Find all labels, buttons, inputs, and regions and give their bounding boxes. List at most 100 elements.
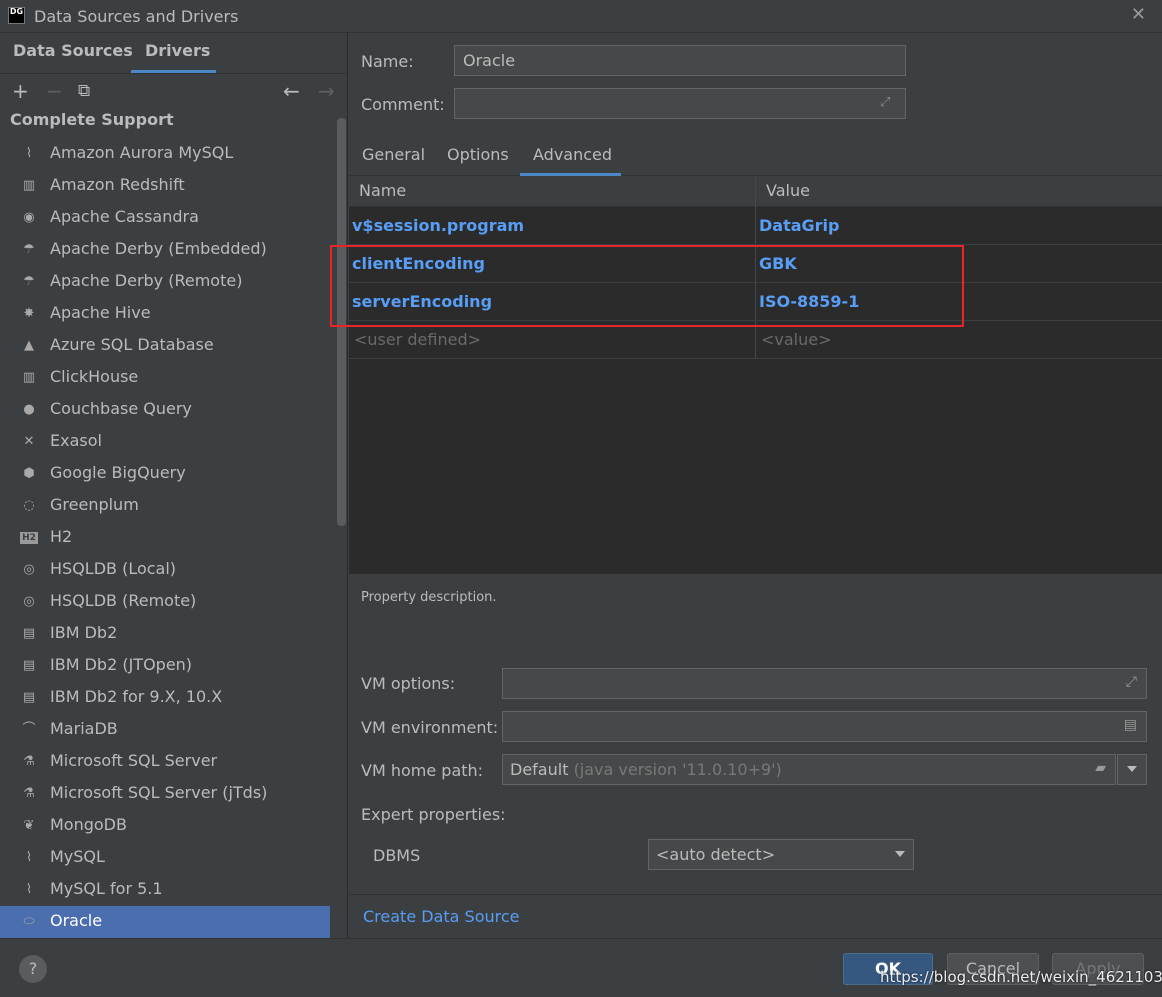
property-value-placeholder[interactable]: <value> [761, 330, 832, 349]
property-name-placeholder[interactable]: <user defined> [354, 330, 481, 349]
tab-drivers[interactable]: Drivers [145, 41, 210, 60]
driver-icon: ☂ [23, 274, 35, 289]
driver-list-item[interactable]: ⬭ Oracle [0, 906, 330, 938]
driver-icon: ◎ [23, 594, 35, 609]
driver-list-item[interactable]: ▤ IBM Db2 for 9.X, 10.X [0, 682, 330, 714]
tab-advanced[interactable]: Advanced [533, 145, 612, 164]
vm-home-path-label: VM home path: [361, 761, 484, 780]
property-value[interactable]: ISO-8859-1 [759, 292, 859, 311]
driver-list-item[interactable]: ⌇ MySQL for 5.1 [0, 874, 330, 906]
driver-list-item[interactable]: ◉ Apache Cassandra [0, 202, 330, 234]
property-name[interactable]: serverEncoding [352, 292, 492, 311]
property-value[interactable]: DataGrip [759, 216, 839, 235]
driver-icon: ▲ [24, 338, 34, 353]
driver-label: HSQLDB (Local) [50, 559, 177, 578]
property-name[interactable]: clientEncoding [352, 254, 485, 273]
expand-icon[interactable]: ⤢ [880, 95, 890, 110]
driver-label: Oracle [50, 911, 103, 930]
driver-list-item[interactable]: ▥ Amazon Redshift [0, 170, 330, 202]
driver-icon: ⌒ [22, 722, 36, 737]
name-label: Name: [361, 52, 414, 71]
comment-label: Comment: [361, 95, 445, 114]
driver-label: Apache Derby (Embedded) [50, 239, 267, 258]
driver-list-item[interactable]: ❦ MongoDB [0, 810, 330, 842]
driver-list-item[interactable]: ◎ HSQLDB (Local) [0, 554, 330, 586]
driver-label: Apache Hive [50, 303, 151, 322]
datagrip-logo-icon: DG [8, 7, 25, 24]
folder-icon[interactable]: ▰ [1095, 760, 1106, 776]
chevron-down-icon [895, 851, 905, 857]
dbms-select[interactable]: <auto detect> [648, 839, 914, 870]
document-icon[interactable]: ▤ [1124, 717, 1137, 733]
driver-list-item[interactable]: ⚗ Microsoft SQL Server (jTds) [0, 778, 330, 810]
window-title: Data Sources and Drivers [34, 7, 239, 26]
driver-label: MongoDB [50, 815, 127, 834]
expand-icon[interactable]: ⤢ [1126, 674, 1137, 690]
comment-input[interactable] [454, 88, 906, 119]
column-header-name[interactable]: Name [359, 181, 406, 200]
driver-list-item[interactable]: ● Couchbase Query [0, 394, 330, 426]
vm-home-path-input[interactable]: Default (java version '11.0.10+9') ▰ [502, 754, 1116, 785]
add-icon[interactable]: + [12, 79, 29, 103]
driver-list-item[interactable]: ▥ ClickHouse [0, 362, 330, 394]
forward-arrow-icon[interactable]: → [318, 79, 335, 103]
remove-icon[interactable]: − [46, 79, 63, 103]
column-header-value[interactable]: Value [766, 181, 810, 200]
tab-options[interactable]: Options [447, 145, 509, 164]
driver-list-item[interactable]: ▲ Azure SQL Database [0, 330, 330, 362]
driver-label: IBM Db2 (JTOpen) [50, 655, 193, 674]
table-row[interactable]: v$session.program DataGrip [349, 207, 1162, 245]
driver-list-item[interactable]: ◌ Greenplum [0, 490, 330, 522]
table-row[interactable]: clientEncoding GBK [349, 245, 1162, 283]
driver-label: H2 [50, 527, 73, 546]
name-input[interactable] [454, 45, 906, 76]
vm-options-input[interactable]: ⤢ [502, 668, 1147, 699]
vm-home-dropdown[interactable] [1117, 754, 1147, 785]
driver-label: Amazon Redshift [50, 175, 185, 194]
table-row-placeholder[interactable]: <user defined> <value> [349, 321, 1162, 359]
back-arrow-icon[interactable]: ← [283, 79, 300, 103]
driver-list-item[interactable]: ⬢ Google BigQuery [0, 458, 330, 490]
vm-home-value: Default [510, 760, 569, 779]
driver-list-item[interactable]: ⌒ MariaDB [0, 714, 330, 746]
driver-list-item[interactable]: ⚗ Microsoft SQL Server [0, 746, 330, 778]
driver-label: Azure SQL Database [50, 335, 214, 354]
table-row[interactable]: serverEncoding ISO-8859-1 [349, 283, 1162, 321]
driver-list-item[interactable]: ▤ IBM Db2 [0, 618, 330, 650]
active-tab-indicator [131, 70, 216, 73]
driver-list-item[interactable]: ⌇ Amazon Aurora MySQL [0, 138, 330, 170]
duplicate-icon[interactable]: ⧉ [78, 81, 90, 101]
driver-list-item[interactable]: ⌇ MySQL [0, 842, 330, 874]
driver-icon: ▤ [22, 626, 36, 641]
driver-label: Exasol [50, 431, 102, 450]
vm-environment-input[interactable]: ▤ [502, 711, 1147, 742]
driver-icon: ◌ [23, 498, 35, 513]
property-name[interactable]: v$session.program [352, 216, 524, 235]
driver-list-item[interactable]: ☂ Apache Derby (Embedded) [0, 234, 330, 266]
driver-icon: ⬭ [23, 914, 35, 929]
scrollbar[interactable] [337, 118, 346, 526]
driver-list-item[interactable]: ◎ HSQLDB (Remote) [0, 586, 330, 618]
driver-icon: ⌇ [25, 882, 33, 897]
property-value[interactable]: GBK [759, 254, 797, 273]
driver-list-item[interactable]: ✸ Apache Hive [0, 298, 330, 330]
driver-icon: ▤ [22, 690, 36, 705]
driver-label: MySQL [50, 847, 105, 866]
driver-label: MariaDB [50, 719, 118, 738]
driver-list-item[interactable]: H2 H2 [0, 522, 330, 554]
driver-list-item[interactable]: ☂ Apache Derby (Remote) [0, 266, 330, 298]
help-button[interactable]: ? [19, 955, 47, 983]
driver-label: Greenplum [50, 495, 139, 514]
driver-list-item[interactable]: ✕ Exasol [0, 426, 330, 458]
driver-icon: ✸ [23, 306, 35, 321]
dbms-value: <auto detect> [656, 845, 776, 864]
close-icon[interactable]: ✕ [1131, 4, 1146, 25]
driver-list-item[interactable]: ▤ IBM Db2 (JTOpen) [0, 650, 330, 682]
bottom-bar: ? OK Cancel Apply https://blog.csdn.net/… [0, 938, 1162, 997]
tab-data-sources[interactable]: Data Sources [13, 41, 133, 60]
create-data-source-link[interactable]: Create Data Source [363, 907, 520, 926]
driver-list: ⌇ Amazon Aurora MySQL ▥ Amazon Redshift ◉ Apa… [0, 138, 330, 938]
driver-label: Apache Cassandra [50, 207, 199, 226]
driver-icon: ⌇ [25, 850, 33, 865]
tab-general[interactable]: General [362, 145, 425, 164]
